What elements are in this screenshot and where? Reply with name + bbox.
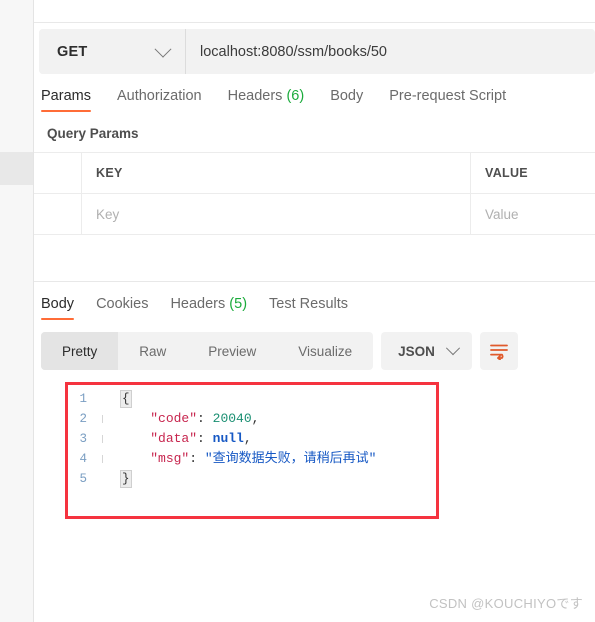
wrap-lines-icon — [489, 344, 508, 360]
row-checkbox-cell[interactable] — [34, 194, 82, 234]
tab-headers[interactable]: Headers (6) — [228, 88, 305, 112]
http-method-select[interactable]: GET — [39, 29, 186, 74]
param-key-placeholder: Key — [96, 206, 120, 222]
response-tab-cookies-label: Cookies — [96, 296, 149, 312]
sidebar-active-block[interactable] — [0, 152, 33, 185]
tab-params[interactable]: Params — [41, 88, 91, 112]
tab-headers-count: (6) — [286, 88, 305, 104]
params-spacer — [34, 235, 595, 282]
http-method-label: GET — [57, 43, 88, 60]
header-value-cell: VALUE — [471, 153, 595, 193]
response-tab-body-label: Body — [41, 296, 75, 312]
query-params-table: KEY VALUE Key Value — [34, 152, 595, 235]
response-body-area: 1 { 2 "code": 20040, 3 "data": null, 4 "… — [34, 382, 595, 622]
response-format-select[interactable]: JSON — [381, 332, 472, 370]
left-sidebar-rail — [0, 0, 34, 622]
request-tabs: Params Authorization Headers (6) Body Pr… — [34, 74, 595, 112]
view-mode-pretty[interactable]: Pretty — [41, 332, 119, 370]
response-format-label: JSON — [398, 343, 435, 359]
chevron-down-icon — [445, 341, 460, 356]
tab-pre-request-script-label: Pre-request Script — [389, 88, 507, 104]
wrap-lines-button[interactable] — [479, 332, 518, 370]
view-mode-preview[interactable]: Preview — [187, 332, 277, 370]
tab-authorization-label: Authorization — [116, 88, 202, 104]
table-header-row: KEY VALUE — [34, 153, 595, 194]
app-window: GET localhost:8080/ssm/books/50 Params A… — [0, 0, 595, 622]
response-tab-body[interactable]: Body — [41, 296, 75, 320]
query-params-title: Query Params — [47, 126, 139, 141]
view-mode-raw[interactable]: Raw — [118, 332, 187, 370]
top-strip — [34, 0, 595, 23]
annotation-highlight-box — [65, 382, 439, 519]
watermark-text: CSDN @KOUCHIYOです — [429, 596, 583, 611]
view-mode-visualize[interactable]: Visualize — [277, 332, 373, 370]
request-url-input[interactable]: localhost:8080/ssm/books/50 — [186, 29, 595, 74]
response-tab-test-results[interactable]: Test Results — [269, 296, 348, 320]
chevron-down-icon — [154, 40, 172, 58]
tab-headers-label: Headers — [227, 88, 283, 104]
request-url-bar: GET localhost:8080/ssm/books/50 — [34, 23, 595, 74]
tab-body[interactable]: Body — [330, 88, 363, 112]
tab-authorization[interactable]: Authorization — [117, 88, 202, 112]
header-key-cell: KEY — [82, 153, 471, 193]
response-tab-headers[interactable]: Headers (5) — [170, 296, 247, 320]
response-tab-test-results-label: Test Results — [269, 296, 349, 312]
column-header-value: VALUE — [485, 166, 528, 180]
param-value-placeholder: Value — [485, 206, 519, 222]
response-tab-headers-count: (5) — [229, 296, 248, 312]
column-header-key: KEY — [96, 166, 123, 180]
table-row[interactable]: Key Value — [34, 194, 595, 235]
response-tabs: Body Cookies Headers (5) Test Results — [34, 282, 595, 320]
header-checkbox-cell — [34, 153, 82, 193]
response-view-bar: Pretty Raw Preview Visualize JSON — [34, 320, 595, 370]
tab-pre-request-script[interactable]: Pre-request Script — [389, 88, 506, 112]
tab-body-label: Body — [330, 88, 364, 104]
main-panel: GET localhost:8080/ssm/books/50 Params A… — [34, 0, 595, 622]
view-mode-segmented-control: Pretty Raw Preview Visualize — [41, 332, 374, 370]
url-bar-container: GET localhost:8080/ssm/books/50 — [39, 29, 595, 74]
param-key-input[interactable]: Key — [82, 194, 471, 234]
tab-params-label: Params — [41, 88, 91, 104]
response-tab-headers-label: Headers — [170, 296, 226, 312]
response-tab-cookies[interactable]: Cookies — [96, 296, 148, 320]
param-value-input[interactable]: Value — [471, 194, 595, 234]
